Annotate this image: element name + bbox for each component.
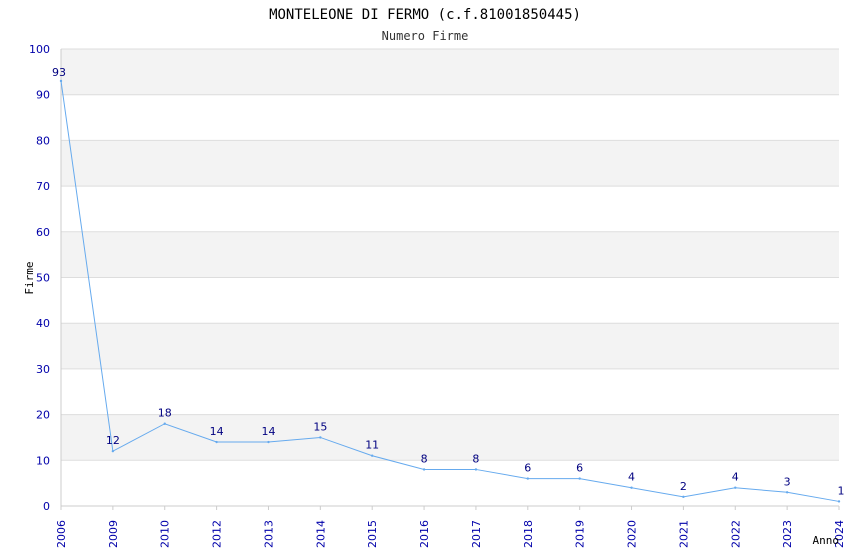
chart-title: MONTELEONE DI FERMO (c.f.81001850445) [269,7,581,23]
x-tick-label: 2018 [522,520,535,548]
data-label: 12 [106,434,120,447]
data-label: 2 [680,480,687,493]
data-label: 14 [210,425,224,438]
x-tick-label: 2016 [418,520,431,548]
y-tick-label: 0 [43,500,50,513]
data-point [319,436,322,439]
data-point [578,477,581,480]
data-label: 4 [732,471,739,484]
x-tick-label: 2009 [107,520,120,548]
y-tick-label: 20 [36,409,50,422]
y-tick-label: 70 [36,180,50,193]
data-point [526,477,529,480]
x-tick-label: 2014 [314,520,327,548]
grid-band [61,323,839,369]
data-label: 15 [313,420,327,433]
data-label: 18 [158,407,172,420]
grid-band [61,49,839,95]
data-label: 14 [261,425,275,438]
x-tick-labels: 2006 2009 2010 2012 2013 2014 2015 2016 2017 2018… [55,520,846,548]
chart-container: MONTELEONE DI FERMO (c.f.81001850445) Nu… [0,0,850,550]
x-tick-label: 2022 [729,520,742,548]
data-point [215,440,218,444]
data-label: 8 [472,452,479,465]
data-point [734,486,737,489]
y-tick-label: 10 [36,454,50,467]
data-label: 3 [784,475,791,488]
x-axis-label: Anno [813,534,840,547]
x-tick-label: 2023 [781,520,794,548]
y-axis-label: Firme [23,261,36,294]
y-tick-label: 60 [36,226,50,239]
data-point [785,491,789,494]
x-tick-label: 2006 [55,520,68,548]
x-tick-label: 2010 [159,520,172,548]
grid-band [61,140,839,187]
data-point [630,486,633,489]
data-point [163,422,166,425]
x-tick-label: 2012 [211,520,224,548]
data-point [267,440,270,444]
data-label: 1 [838,484,845,497]
grid-band [61,231,839,278]
y-tick-label: 100 [29,43,50,56]
grid-bands [61,49,839,461]
y-tick-label: 50 [36,272,50,285]
x-tick-label: 2021 [677,520,690,548]
data-label: 11 [365,439,379,452]
data-point [371,454,374,457]
x-tick-label: 2015 [366,520,379,548]
y-tick-label: 80 [36,134,50,147]
data-label: 6 [576,462,583,475]
data-label: 93 [52,66,66,79]
data-point [837,500,841,503]
x-tick-label: 2017 [470,520,483,548]
data-point [59,79,63,83]
data-label: 4 [628,471,635,484]
x-tick-label: 2020 [626,520,639,548]
x-tick-label: 2013 [262,520,275,548]
line-chart: MONTELEONE DI FERMO (c.f.81001850445) Nu… [23,7,846,548]
y-tick-label: 90 [36,89,50,102]
y-tick-label: 40 [36,317,50,330]
y-tick-label: 30 [36,363,50,376]
data-point [422,468,426,471]
data-point [111,449,115,453]
chart-subtitle: Numero Firme [382,29,469,43]
data-label: 6 [524,462,531,475]
x-tick-label: 2019 [574,520,587,548]
data-point [682,495,685,499]
grid-band [61,414,839,461]
data-point [474,468,478,471]
data-label: 8 [421,452,428,465]
